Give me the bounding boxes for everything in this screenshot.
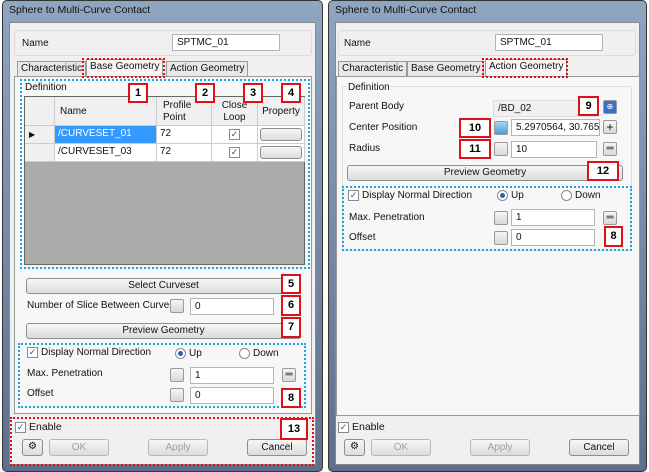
center-expression-button[interactable] — [494, 121, 508, 135]
curveset-grid[interactable]: Name Profile Point Close Loop Property ▶… — [24, 96, 305, 265]
row2-property[interactable] — [258, 144, 305, 162]
row2-close-loop[interactable]: ✓ — [212, 144, 258, 162]
plus-icon[interactable]: + — [603, 120, 617, 134]
highlight-tab — [482, 58, 568, 78]
offset-expression-button[interactable] — [170, 388, 184, 402]
radio-up[interactable] — [497, 190, 508, 201]
window-title: Sphere to Multi-Curve Contact — [335, 4, 477, 16]
row2-close-loop-checkbox[interactable]: ✓ — [229, 147, 240, 158]
apply-button[interactable]: Apply — [470, 439, 530, 456]
marker-13: 13 — [280, 418, 308, 440]
marker-4: 4 — [281, 83, 301, 103]
enable-label: Enable — [352, 421, 385, 433]
highlight-tab — [82, 58, 165, 78]
radio-up[interactable] — [175, 348, 186, 359]
row1-profile-point[interactable]: 72 — [157, 126, 212, 144]
marker-9: 9 — [578, 96, 599, 116]
select-curveset-button[interactable]: Select Curveset — [26, 278, 301, 294]
slice-input[interactable]: 0 — [190, 298, 274, 315]
ok-button[interactable]: OK — [49, 439, 109, 456]
row2-profile-point[interactable]: 72 — [157, 144, 212, 162]
equals-icon[interactable]: ═ — [603, 211, 617, 225]
slice-label: Number of Slice Between Curve — [27, 300, 170, 311]
definition-label: Definition — [25, 82, 67, 93]
marker-3: 3 — [243, 83, 263, 103]
name-input[interactable]: SPTMC_01 — [172, 34, 280, 51]
ok-button[interactable]: OK — [371, 439, 431, 456]
tool-icon-button[interactable]: ⚙ — [344, 439, 365, 456]
row1-close-loop[interactable]: ✓ — [212, 126, 258, 144]
max-penetration-input[interactable]: 1 — [190, 367, 274, 384]
marker-1: 1 — [128, 83, 148, 103]
radio-down[interactable] — [561, 190, 572, 201]
max-penetration-label: Max. Penetration — [27, 368, 103, 379]
current-row-arrow-icon: ▶ — [25, 126, 55, 144]
marker-2: 2 — [195, 83, 215, 103]
radio-down-label: Down — [575, 190, 601, 201]
display-normal-checkbox[interactable]: ✓ — [348, 190, 359, 201]
enable-label: Enable — [29, 421, 62, 433]
definition-label: Definition — [347, 82, 391, 93]
name-label: Name — [22, 38, 49, 49]
display-normal-label: Display Normal Direction — [362, 190, 473, 201]
select-body-icon[interactable]: ⊕ — [603, 100, 617, 114]
tab-base-geometry[interactable]: Base Geometry — [407, 61, 485, 76]
marker-8: 8 — [604, 226, 623, 247]
row1-property[interactable] — [258, 126, 305, 144]
equals-icon[interactable]: ═ — [603, 142, 617, 156]
radio-up-label: Up — [189, 348, 202, 359]
radius-expression-button[interactable] — [494, 142, 508, 156]
marker-10: 10 — [459, 118, 491, 138]
row1-property-button[interactable] — [260, 128, 302, 141]
marker-11: 11 — [459, 139, 491, 159]
name-label: Name — [344, 38, 371, 49]
enable-checkbox[interactable]: ✓ — [338, 422, 349, 433]
marker-12: 12 — [587, 161, 619, 181]
row1-close-loop-checkbox[interactable]: ✓ — [229, 129, 240, 140]
max-penetration-expression-button[interactable] — [494, 211, 508, 225]
tab-action-geometry[interactable]: Action Geometry — [166, 61, 249, 76]
preview-geometry-button[interactable]: Preview Geometry — [26, 323, 301, 339]
offset-label: Offset — [349, 232, 376, 243]
tab-characteristic[interactable]: Characteristic — [17, 61, 87, 76]
apply-button[interactable]: Apply — [148, 439, 208, 456]
display-normal-label: Display Normal Direction — [41, 347, 152, 358]
offset-label: Offset — [27, 388, 54, 399]
max-penetration-expression-button[interactable] — [170, 368, 184, 382]
tool-icon-button[interactable]: ⚙ — [22, 439, 43, 456]
max-penetration-label: Max. Penetration — [349, 212, 425, 223]
radio-down-label: Down — [253, 348, 279, 359]
center-position-input[interactable]: 5.2970564, 30.7656 — [511, 119, 600, 136]
offset-input[interactable]: 0 — [511, 229, 595, 246]
radio-down[interactable] — [239, 348, 250, 359]
cancel-button[interactable]: Cancel — [247, 439, 307, 456]
row2-name[interactable]: /CURVESET_03 — [55, 144, 157, 162]
radio-up-label: Up — [511, 190, 524, 201]
name-input[interactable]: SPTMC_01 — [495, 34, 603, 51]
marker-5: 5 — [281, 274, 301, 294]
max-penetration-input[interactable]: 1 — [511, 209, 595, 226]
offset-expression-button[interactable] — [494, 231, 508, 245]
radius-input[interactable]: 10 — [511, 141, 597, 158]
cancel-button[interactable]: Cancel — [569, 439, 629, 456]
offset-input[interactable]: 0 — [190, 387, 274, 404]
slice-expression-button[interactable] — [170, 299, 184, 313]
row2-property-button[interactable] — [260, 146, 302, 159]
row1-name[interactable]: /CURVESET_01 — [55, 126, 157, 144]
marker-6: 6 — [281, 295, 301, 316]
window-title: Sphere to Multi-Curve Contact — [9, 4, 151, 16]
center-position-label: Center Position — [349, 122, 418, 133]
marker-7: 7 — [281, 317, 301, 338]
marker-8: 8 — [281, 388, 301, 408]
display-normal-checkbox[interactable]: ✓ — [27, 347, 38, 358]
enable-checkbox[interactable]: ✓ — [15, 422, 26, 433]
preview-geometry-button[interactable]: Preview Geometry — [347, 165, 623, 181]
tab-characteristic[interactable]: Characteristic — [338, 61, 408, 76]
parent-body-label: Parent Body — [349, 101, 405, 112]
equals-icon[interactable]: ═ — [282, 368, 296, 382]
radius-label: Radius — [349, 143, 381, 154]
